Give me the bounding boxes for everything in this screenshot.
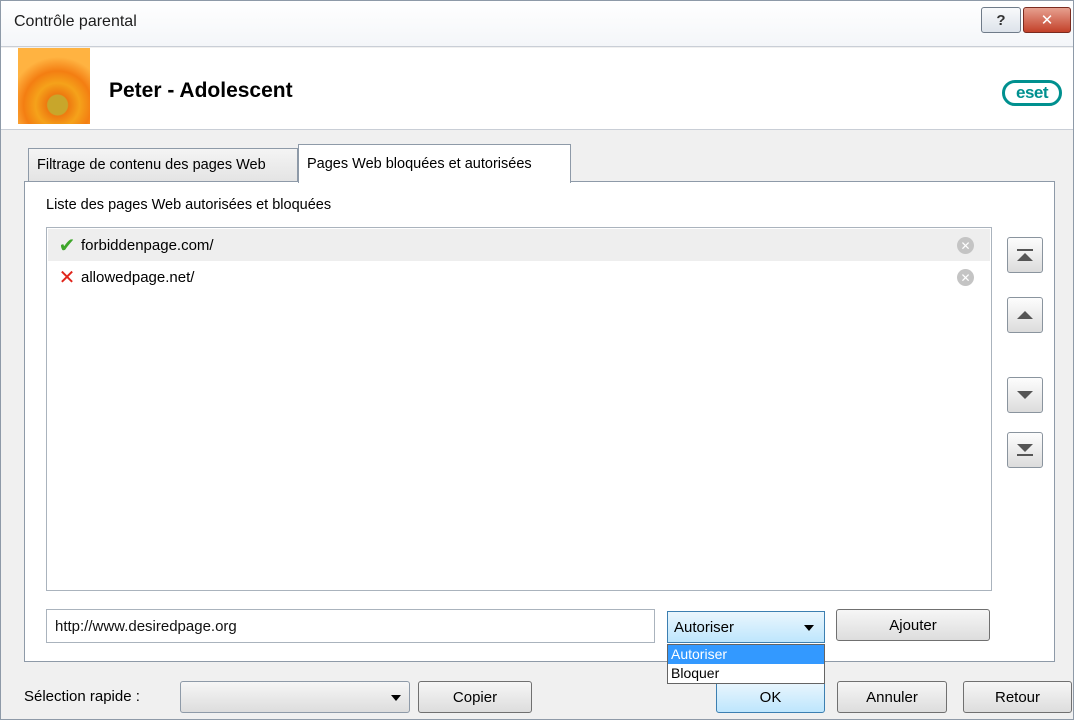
list-item[interactable]: ✕ allowedpage.net/ ✕ <box>48 261 990 293</box>
help-button[interactable]: ? <box>981 7 1021 33</box>
cross-icon: ✕ <box>58 266 76 289</box>
remove-icon[interactable]: ✕ <box>957 269 974 286</box>
copy-button[interactable]: Copier <box>418 681 532 713</box>
flower-avatar-icon <box>18 48 90 124</box>
tab-blocked-allowed-pages[interactable]: Pages Web bloquées et autorisées <box>298 144 571 183</box>
close-button[interactable]: ✕ <box>1023 7 1071 33</box>
check-icon: ✔ <box>58 234 76 257</box>
option-allow[interactable]: Autoriser <box>668 645 824 664</box>
url-input[interactable] <box>46 609 655 643</box>
move-top-icon <box>1017 249 1033 261</box>
profile-header: Peter - Adolescent eset <box>1 48 1073 130</box>
chevron-down-icon <box>804 625 814 631</box>
window-title: Contrôle parental <box>14 13 137 30</box>
ok-button[interactable]: OK <box>716 681 825 713</box>
action-dropdown[interactable]: Autoriser Bloquer <box>667 644 825 684</box>
eset-logo: eset <box>1002 80 1062 106</box>
move-bottom-icon <box>1017 444 1033 456</box>
remove-icon[interactable]: ✕ <box>957 237 974 254</box>
list-item-url: allowedpage.net/ <box>81 268 195 286</box>
quick-selection-select[interactable] <box>180 681 410 713</box>
parental-control-window: Contrôle parental ? ✕ Peter - Adolescent… <box>0 0 1074 720</box>
cancel-button[interactable]: Annuler <box>837 681 947 713</box>
move-top-button[interactable] <box>1007 237 1043 273</box>
move-up-icon <box>1017 311 1033 319</box>
quick-selection-label: Sélection rapide : <box>24 688 140 705</box>
back-button[interactable]: Retour <box>963 681 1072 713</box>
list-caption: Liste des pages Web autorisées et bloqué… <box>46 197 332 213</box>
chevron-down-icon <box>391 695 401 701</box>
move-down-icon <box>1017 391 1033 399</box>
title-bar: Contrôle parental ? ✕ <box>1 1 1073 47</box>
move-up-button[interactable] <box>1007 297 1043 333</box>
profile-name: Peter - Adolescent <box>109 79 293 102</box>
list-item[interactable]: ✔ forbiddenpage.com/ ✕ <box>48 229 990 261</box>
move-down-button[interactable] <box>1007 377 1043 413</box>
tab-content-filtering[interactable]: Filtrage de contenu des pages Web <box>28 148 298 181</box>
action-select-value: Autoriser <box>674 618 735 636</box>
option-block[interactable]: Bloquer <box>668 664 824 683</box>
action-select[interactable]: Autoriser <box>667 611 825 643</box>
add-button[interactable]: Ajouter <box>836 609 990 641</box>
web-pages-list[interactable]: ✔ forbiddenpage.com/ ✕ ✕ allowedpage.net… <box>46 227 992 591</box>
list-item-url: forbiddenpage.com/ <box>81 236 214 254</box>
move-bottom-button[interactable] <box>1007 432 1043 468</box>
